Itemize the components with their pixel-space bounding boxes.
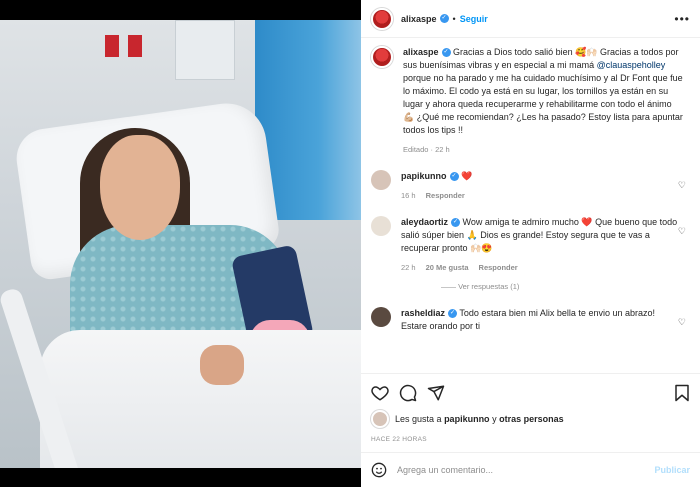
likes-middle: y [492,414,497,424]
commenter-avatar[interactable] [371,307,391,327]
caption-text-rest: porque no ha parado y me ha cuidado much… [403,73,683,135]
liker-username[interactable]: papikunno [444,414,490,424]
commenter-avatar[interactable] [371,170,391,190]
separator: • [452,13,456,24]
author-avatar[interactable] [371,7,393,30]
caption-username[interactable]: alixaspe [403,47,439,57]
face [100,135,180,240]
verified-icon: ✓ [449,172,459,182]
verified-icon: ✓ [451,218,461,228]
wall-panel [175,20,235,80]
mention-link[interactable]: @clauaspeholley [597,60,666,70]
comments-list: alixaspe ✓ Gracias a Dios todo salió bien… [361,38,700,373]
emoji-icon[interactable] [371,462,387,478]
wall-box [105,35,119,57]
heart-icon[interactable] [371,384,389,402]
blanket [40,330,361,468]
comment-time: 16 h [401,191,416,200]
like-comment-heart-icon[interactable]: ♡ [678,180,686,191]
others-link[interactable]: otras personas [499,414,564,424]
post-timestamp: HACE 22 HORAS [371,436,427,443]
post-header: alixaspe ✓ • Seguir ••• [361,0,700,38]
publish-button[interactable]: Publicar [654,465,690,475]
comment-input[interactable] [397,465,655,475]
comment: aleydaortiz ✓ Wow amiga te admiro mucho ❤… [371,216,690,274]
wall-box [128,35,142,57]
comment-time: 22 h [401,263,416,272]
edited-label: Editado · 22 h [403,145,450,154]
liker-avatar[interactable] [371,410,389,428]
comment-username[interactable]: rasheldiaz [401,308,445,318]
reply-button[interactable]: Responder [479,263,518,272]
view-replies-button[interactable]: —— Ver respuestas (1) [441,282,690,291]
like-comment-heart-icon[interactable]: ♡ [678,226,686,237]
comment: rasheldiaz ✓ Todo estara bien mi Alix bel… [371,307,690,333]
comment-username[interactable]: aleydaortiz [401,217,448,227]
likes-prefix: Les gusta a [395,414,442,424]
post-side-panel: alixaspe ✓ • Seguir ••• alixaspe ✓ Gracia… [361,0,700,487]
like-comment-heart-icon[interactable]: ♡ [678,317,686,328]
comment-likes[interactable]: 20 Me gusta [426,263,469,272]
verified-icon: ✓ [441,48,451,58]
verified-icon: ✓ [439,14,449,23]
comment: papikunno ✓ ❤️ 16 h Responder ♡ [371,170,690,202]
add-comment-bar: Publicar [361,452,700,487]
comment-icon[interactable] [399,384,417,402]
commenter-avatar[interactable] [371,216,391,236]
hand [200,345,244,385]
post-photo-pane [0,0,361,487]
post-photo[interactable] [0,20,361,468]
comment-text: ❤️ [458,171,473,181]
comment-username[interactable]: papikunno [401,171,447,181]
share-icon[interactable] [427,384,445,402]
follow-button[interactable]: Seguir [460,14,488,24]
view-replies-label: Ver respuestas (1) [458,282,520,291]
author-username[interactable]: alixaspe [401,14,437,24]
likes-summary: Les gusta a papikunno y otras personas [371,410,690,428]
post-actions: Les gusta a papikunno y otras personas H… [361,373,700,443]
author-avatar[interactable] [371,46,393,68]
bookmark-icon[interactable] [674,384,690,402]
caption: alixaspe ✓ Gracias a Dios todo salió bien… [371,46,690,156]
more-icon[interactable]: ••• [674,12,690,26]
verified-icon: ✓ [448,309,458,319]
reply-button[interactable]: Responder [426,191,465,200]
